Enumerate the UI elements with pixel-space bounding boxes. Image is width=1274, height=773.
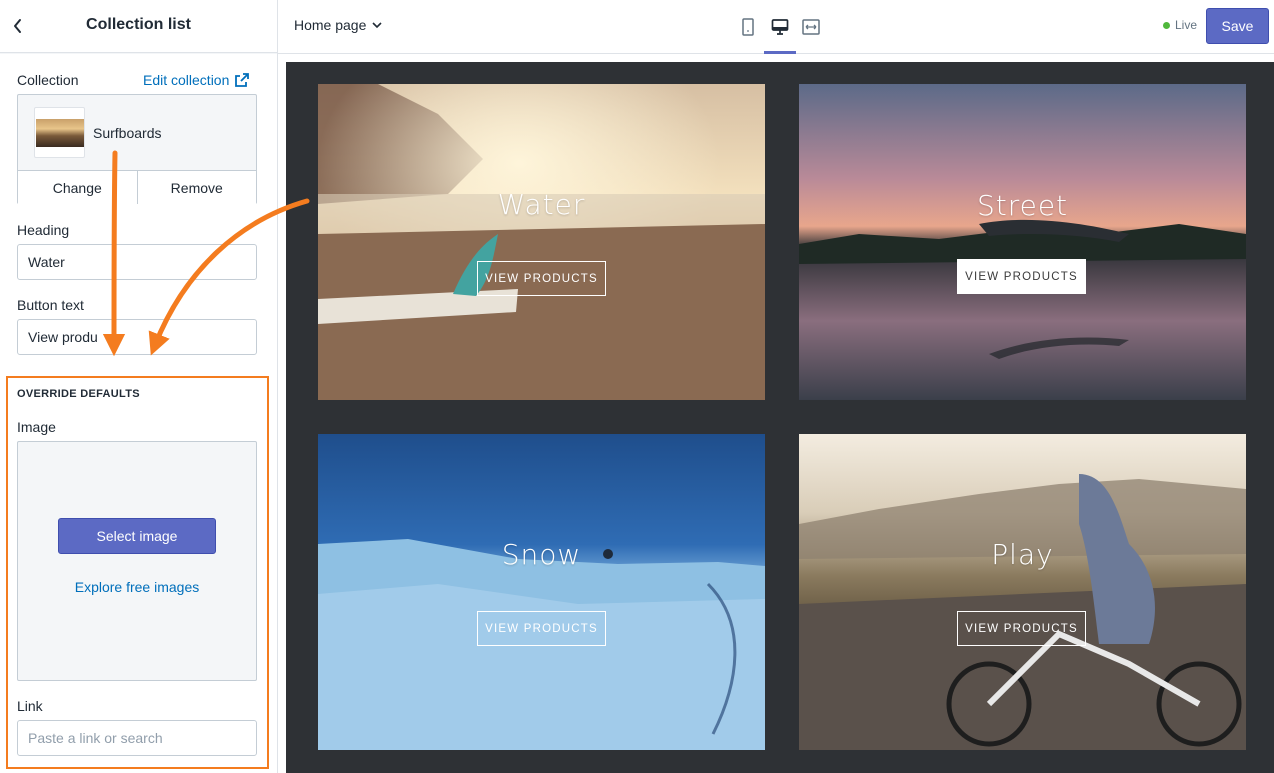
fullscreen-icon	[802, 19, 820, 35]
live-dot-icon	[1163, 21, 1170, 29]
store-preview: Water VIEW PRODUCTS Street VIEW PRODUCTS	[286, 62, 1274, 773]
desktop-view-button[interactable]	[768, 14, 792, 40]
collection-label: Collection	[17, 72, 79, 88]
collection-tile-street[interactable]: Street VIEW PRODUCTS	[799, 84, 1246, 400]
image-label: Image	[17, 419, 56, 435]
fullscreen-view-button[interactable]	[799, 14, 823, 40]
collection-thumbnail	[34, 107, 85, 158]
desktop-icon	[771, 19, 789, 35]
button-text-input[interactable]: View produ	[17, 319, 257, 355]
tile-heading: Snow	[501, 538, 582, 571]
page-selector[interactable]: Home page	[294, 17, 382, 33]
water-image	[318, 84, 765, 400]
play-image	[799, 434, 1246, 750]
tile-heading: Water	[497, 188, 586, 221]
button-text-label: Button text	[17, 297, 84, 313]
image-picker	[17, 441, 257, 681]
live-label: Live	[1175, 18, 1198, 32]
tile-heading: Street	[976, 189, 1069, 222]
link-label: Link	[17, 698, 43, 714]
editor-topbar: Home page Live Save	[278, 0, 1274, 54]
mobile-view-button[interactable]	[736, 14, 760, 40]
mobile-icon	[742, 18, 754, 36]
view-products-button[interactable]: VIEW PRODUCTS	[477, 261, 606, 296]
heading-label: Heading	[17, 222, 70, 238]
collection-tile-play[interactable]: Play VIEW PRODUCTS	[799, 434, 1246, 750]
view-products-button[interactable]: VIEW PRODUCTS	[957, 611, 1086, 646]
live-status: Live	[1163, 18, 1197, 32]
active-view-indicator	[764, 51, 796, 54]
tile-heading: Play	[991, 538, 1054, 571]
change-button[interactable]: Change	[18, 171, 137, 204]
remove-button[interactable]: Remove	[136, 171, 257, 204]
view-products-button[interactable]: VIEW PRODUCTS	[477, 611, 606, 646]
explore-free-images-link[interactable]: Explore free images	[17, 579, 257, 595]
view-products-button[interactable]: VIEW PRODUCTS	[957, 259, 1086, 294]
collection-tile-snow[interactable]: Snow VIEW PRODUCTS	[318, 434, 765, 750]
sidebar-header: Collection list	[0, 0, 277, 53]
chevron-down-icon	[372, 21, 382, 28]
save-button[interactable]: Save	[1206, 8, 1269, 44]
collection-card: Surfboards Change Remove	[17, 94, 257, 204]
street-image	[799, 84, 1246, 400]
override-defaults-title: OVERRIDE DEFAULTS	[17, 388, 140, 400]
snow-image	[318, 434, 765, 750]
collection-name: Surfboards	[93, 125, 162, 141]
heading-input[interactable]: Water	[17, 244, 257, 280]
page-selector-label: Home page	[294, 17, 367, 33]
link-input[interactable]	[17, 720, 257, 756]
external-link-icon	[235, 73, 250, 87]
edit-collection-link[interactable]: Edit collection	[143, 72, 250, 88]
sidebar-title: Collection list	[86, 16, 191, 33]
edit-collection-label: Edit collection	[143, 72, 230, 88]
collection-tile-water[interactable]: Water VIEW PRODUCTS	[318, 84, 765, 400]
select-image-button[interactable]: Select image	[58, 518, 216, 554]
